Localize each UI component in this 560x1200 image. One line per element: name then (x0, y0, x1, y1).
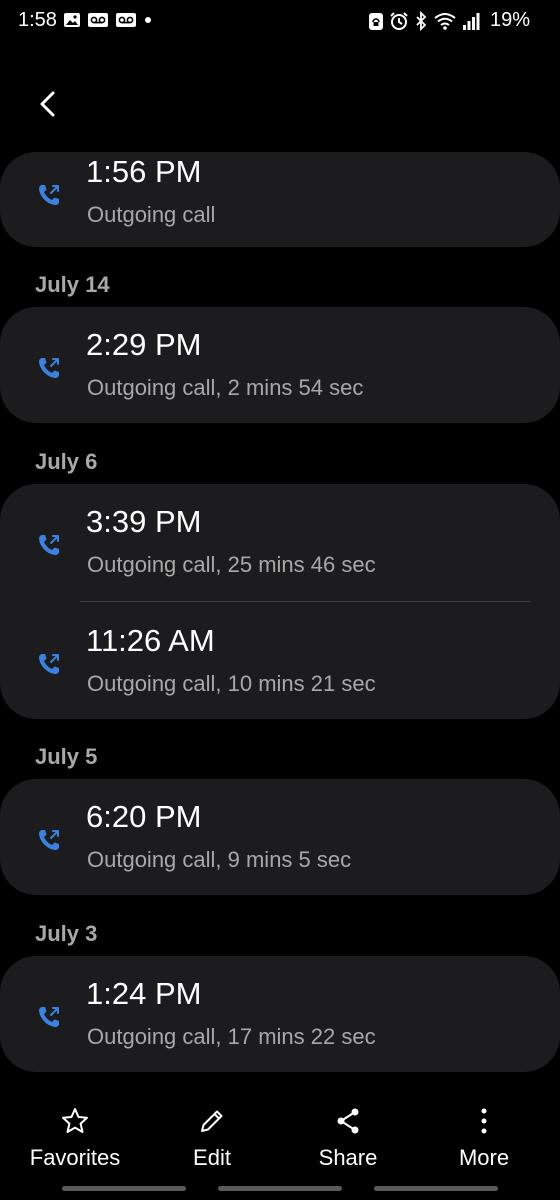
nav-pill (374, 1186, 498, 1191)
call-detail: Outgoing call, 25 mins 46 sec (87, 552, 376, 577)
battery-percentage: 19% (489, 9, 530, 31)
date-header: July 14 (35, 272, 110, 297)
dot-icon (143, 12, 153, 28)
outgoing-call-icon (36, 182, 62, 208)
call-log-entry[interactable]: 1:56 PM Outgoing call (0, 152, 560, 247)
call-group-card: 3:39 PM Outgoing call, 25 mins 46 sec 11… (0, 484, 560, 719)
share-label: Share (318, 1145, 378, 1170)
call-log-entry[interactable]: 6:20 PM Outgoing call, 9 mins 5 sec (0, 779, 560, 895)
more-vertical-icon (469, 1106, 499, 1141)
list-divider (80, 601, 530, 602)
call-time: 11:26 AM (86, 623, 215, 658)
edit-label: Edit (193, 1145, 231, 1170)
outgoing-call-icon (36, 651, 62, 677)
lock-rotation-icon (368, 11, 384, 31)
star-icon (60, 1106, 90, 1141)
outgoing-call-icon (36, 355, 62, 381)
bluetooth-icon (414, 11, 428, 31)
share-icon (333, 1106, 363, 1141)
call-group-card: 6:20 PM Outgoing call, 9 mins 5 sec (0, 779, 560, 895)
status-time: 1:58 (18, 9, 57, 31)
pencil-icon (197, 1106, 227, 1141)
call-detail: Outgoing call (87, 202, 216, 227)
favorites-button[interactable]: Favorites (5, 1100, 145, 1180)
call-time: 1:56 PM (86, 154, 202, 189)
favorites-label: Favorites (29, 1145, 121, 1170)
back-button[interactable] (28, 84, 68, 124)
status-left-icons (63, 12, 153, 28)
more-label: More (458, 1145, 510, 1170)
call-time: 3:39 PM (86, 504, 202, 539)
call-log-entry[interactable]: 3:39 PM Outgoing call, 25 mins 46 sec (0, 484, 560, 602)
call-log-entry[interactable]: 1:24 PM Outgoing call, 17 mins 22 sec (0, 956, 560, 1072)
call-group-card: 1:24 PM Outgoing call, 17 mins 22 sec (0, 956, 560, 1072)
date-header: July 5 (35, 744, 98, 769)
call-time: 6:20 PM (86, 799, 202, 834)
call-detail: Outgoing call, 17 mins 22 sec (87, 1024, 376, 1049)
chevron-left-icon (37, 91, 59, 117)
call-log-entry[interactable]: 11:26 AM Outgoing call, 10 mins 21 sec (0, 603, 560, 719)
voicemail-icon (87, 12, 109, 28)
edit-button[interactable]: Edit (142, 1100, 282, 1180)
gallery-icon (63, 12, 81, 28)
date-header: July 3 (35, 921, 98, 946)
call-detail: Outgoing call, 9 mins 5 sec (87, 847, 352, 872)
alarm-icon (389, 11, 409, 31)
call-detail: Outgoing call, 10 mins 21 sec (87, 671, 376, 696)
outgoing-call-icon (36, 532, 62, 558)
call-time: 2:29 PM (86, 327, 202, 362)
share-button[interactable]: Share (278, 1100, 418, 1180)
nav-pill (218, 1186, 342, 1191)
outgoing-call-icon (36, 1004, 62, 1030)
call-group-card: 2:29 PM Outgoing call, 2 mins 54 sec (0, 307, 560, 423)
status-bar: 1:58 19% (0, 0, 560, 44)
date-header: July 6 (35, 449, 98, 474)
nav-pill (62, 1186, 186, 1191)
more-button[interactable]: More (414, 1100, 554, 1180)
voicemail-icon (115, 12, 137, 28)
signal-icon (462, 11, 480, 31)
outgoing-call-icon (36, 827, 62, 853)
call-time: 1:24 PM (86, 976, 202, 1011)
call-detail: Outgoing call, 2 mins 54 sec (87, 375, 364, 400)
wifi-icon (433, 11, 457, 31)
call-log-entry[interactable]: 2:29 PM Outgoing call, 2 mins 54 sec (0, 307, 560, 423)
status-right-icons (368, 11, 480, 31)
call-group-card: 1:56 PM Outgoing call (0, 152, 560, 247)
